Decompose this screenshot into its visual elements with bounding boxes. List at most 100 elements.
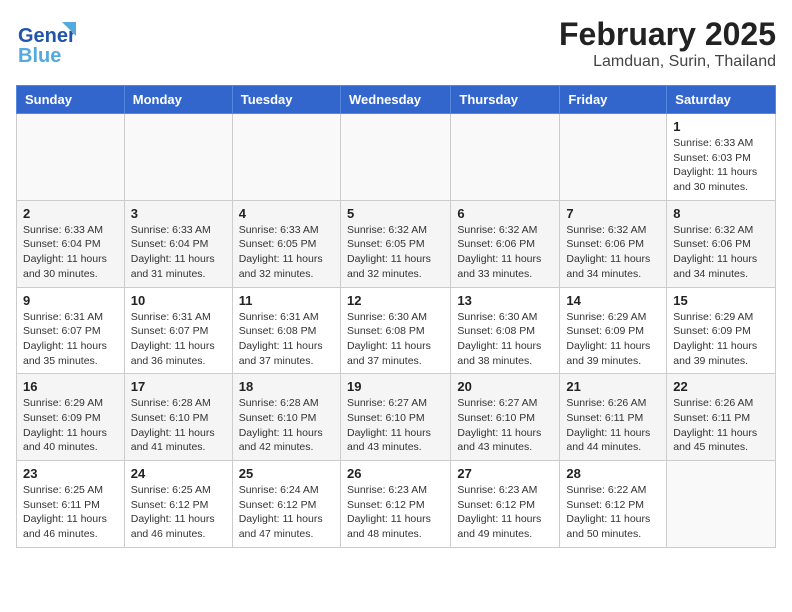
calendar-cell: 11 Sunrise: 6:31 AM Sunset: 6:08 PM Dayli… (232, 287, 340, 374)
calendar-cell: 28 Sunrise: 6:22 AM Sunset: 6:12 PM Dayli… (560, 461, 667, 548)
calendar-cell (667, 461, 776, 548)
calendar-cell: 22 Sunrise: 6:26 AM Sunset: 6:11 PM Dayli… (667, 374, 776, 461)
day-number: 10 (131, 293, 226, 308)
page-header: General Blue February 2025 Lamduan, Suri… (16, 16, 776, 73)
day-info: Sunrise: 6:33 AM Sunset: 6:04 PM Dayligh… (131, 223, 226, 282)
day-info: Sunrise: 6:28 AM Sunset: 6:10 PM Dayligh… (131, 396, 226, 455)
day-info: Sunrise: 6:24 AM Sunset: 6:12 PM Dayligh… (239, 483, 334, 542)
day-number: 5 (347, 206, 444, 221)
calendar-cell: 25 Sunrise: 6:24 AM Sunset: 6:12 PM Dayli… (232, 461, 340, 548)
calendar-title: February 2025 Lamduan, Surin, Thailand (559, 16, 776, 71)
weekday-header-thursday: Thursday (451, 86, 560, 114)
calendar-cell: 1 Sunrise: 6:33 AM Sunset: 6:03 PM Daylig… (667, 114, 776, 201)
svg-text:Blue: Blue (18, 45, 61, 67)
day-info: Sunrise: 6:32 AM Sunset: 6:05 PM Dayligh… (347, 223, 444, 282)
day-info: Sunrise: 6:27 AM Sunset: 6:10 PM Dayligh… (347, 396, 444, 455)
calendar-week-2: 2 Sunrise: 6:33 AM Sunset: 6:04 PM Daylig… (17, 200, 776, 287)
weekday-header-friday: Friday (560, 86, 667, 114)
calendar-cell: 23Sunrise: 6:25 AM Sunset: 6:11 PM Dayli… (17, 461, 125, 548)
calendar-cell: 27 Sunrise: 6:23 AM Sunset: 6:12 PM Dayli… (451, 461, 560, 548)
day-number: 16 (23, 379, 118, 394)
day-number: 22 (673, 379, 769, 394)
weekday-header-saturday: Saturday (667, 86, 776, 114)
day-number: 6 (457, 206, 553, 221)
day-number: 17 (131, 379, 226, 394)
day-info: Sunrise: 6:29 AM Sunset: 6:09 PM Dayligh… (23, 396, 118, 455)
calendar-cell: 16 Sunrise: 6:29 AM Sunset: 6:09 PM Dayli… (17, 374, 125, 461)
calendar-cell: 13 Sunrise: 6:30 AM Sunset: 6:08 PM Dayli… (451, 287, 560, 374)
day-info: Sunrise: 6:32 AM Sunset: 6:06 PM Dayligh… (457, 223, 553, 282)
day-number: 28 (566, 466, 660, 481)
calendar-week-3: 9 Sunrise: 6:31 AM Sunset: 6:07 PM Daylig… (17, 287, 776, 374)
calendar-cell: 5 Sunrise: 6:32 AM Sunset: 6:05 PM Daylig… (340, 200, 450, 287)
weekday-header-monday: Monday (124, 86, 232, 114)
month-year: February 2025 (559, 16, 776, 53)
calendar-cell: 24 Sunrise: 6:25 AM Sunset: 6:12 PM Dayli… (124, 461, 232, 548)
weekday-header-row: SundayMondayTuesdayWednesdayThursdayFrid… (17, 86, 776, 114)
day-info: Sunrise: 6:29 AM Sunset: 6:09 PM Dayligh… (673, 310, 769, 369)
calendar-cell: 26 Sunrise: 6:23 AM Sunset: 6:12 PM Dayli… (340, 461, 450, 548)
day-info: Sunrise: 6:29 AM Sunset: 6:09 PM Dayligh… (566, 310, 660, 369)
weekday-header-wednesday: Wednesday (340, 86, 450, 114)
day-number: 15 (673, 293, 769, 308)
calendar-cell: 6 Sunrise: 6:32 AM Sunset: 6:06 PM Daylig… (451, 200, 560, 287)
logo: General Blue (16, 16, 76, 73)
day-number: 25 (239, 466, 334, 481)
calendar-cell (560, 114, 667, 201)
calendar-cell (17, 114, 125, 201)
calendar-cell: 4Sunrise: 6:33 AM Sunset: 6:05 PM Daylig… (232, 200, 340, 287)
day-info: Sunrise: 6:22 AM Sunset: 6:12 PM Dayligh… (566, 483, 660, 542)
day-info: Sunrise: 6:33 AM Sunset: 6:04 PM Dayligh… (23, 223, 118, 282)
day-number: 2 (23, 206, 118, 221)
day-info: Sunrise: 6:30 AM Sunset: 6:08 PM Dayligh… (457, 310, 553, 369)
day-info: Sunrise: 6:32 AM Sunset: 6:06 PM Dayligh… (673, 223, 769, 282)
location: Lamduan, Surin, Thailand (559, 53, 776, 71)
day-number: 13 (457, 293, 553, 308)
day-number: 24 (131, 466, 226, 481)
calendar-cell (232, 114, 340, 201)
day-info: Sunrise: 6:27 AM Sunset: 6:10 PM Dayligh… (457, 396, 553, 455)
day-info: Sunrise: 6:33 AM Sunset: 6:05 PM Dayligh… (239, 223, 334, 282)
day-number: 14 (566, 293, 660, 308)
day-info: Sunrise: 6:23 AM Sunset: 6:12 PM Dayligh… (457, 483, 553, 542)
day-info: Sunrise: 6:23 AM Sunset: 6:12 PM Dayligh… (347, 483, 444, 542)
calendar-cell (124, 114, 232, 201)
day-number: 7 (566, 206, 660, 221)
day-number: 12 (347, 293, 444, 308)
calendar-cell: 10 Sunrise: 6:31 AM Sunset: 6:07 PM Dayli… (124, 287, 232, 374)
calendar-week-5: 23Sunrise: 6:25 AM Sunset: 6:11 PM Dayli… (17, 461, 776, 548)
day-number: 9 (23, 293, 118, 308)
calendar-week-4: 16 Sunrise: 6:29 AM Sunset: 6:09 PM Dayli… (17, 374, 776, 461)
calendar-cell: 14 Sunrise: 6:29 AM Sunset: 6:09 PM Dayli… (560, 287, 667, 374)
day-info: Sunrise: 6:30 AM Sunset: 6:08 PM Dayligh… (347, 310, 444, 369)
day-number: 26 (347, 466, 444, 481)
day-number: 1 (673, 119, 769, 134)
day-info: Sunrise: 6:26 AM Sunset: 6:11 PM Dayligh… (673, 396, 769, 455)
day-info: Sunrise: 6:33 AM Sunset: 6:03 PM Dayligh… (673, 136, 769, 195)
day-number: 8 (673, 206, 769, 221)
day-number: 27 (457, 466, 553, 481)
calendar-cell (340, 114, 450, 201)
calendar-cell: 7 Sunrise: 6:32 AM Sunset: 6:06 PM Daylig… (560, 200, 667, 287)
calendar-cell: 12 Sunrise: 6:30 AM Sunset: 6:08 PM Dayli… (340, 287, 450, 374)
calendar-cell: 9 Sunrise: 6:31 AM Sunset: 6:07 PM Daylig… (17, 287, 125, 374)
calendar-cell: 20 Sunrise: 6:27 AM Sunset: 6:10 PM Dayli… (451, 374, 560, 461)
day-info: Sunrise: 6:31 AM Sunset: 6:07 PM Dayligh… (131, 310, 226, 369)
day-number: 19 (347, 379, 444, 394)
day-info: Sunrise: 6:31 AM Sunset: 6:08 PM Dayligh… (239, 310, 334, 369)
calendar-cell: 18Sunrise: 6:28 AM Sunset: 6:10 PM Dayli… (232, 374, 340, 461)
calendar-cell: 19 Sunrise: 6:27 AM Sunset: 6:10 PM Dayli… (340, 374, 450, 461)
day-number: 20 (457, 379, 553, 394)
weekday-header-sunday: Sunday (17, 86, 125, 114)
calendar-week-1: 1 Sunrise: 6:33 AM Sunset: 6:03 PM Daylig… (17, 114, 776, 201)
day-info: Sunrise: 6:32 AM Sunset: 6:06 PM Dayligh… (566, 223, 660, 282)
day-info: Sunrise: 6:31 AM Sunset: 6:07 PM Dayligh… (23, 310, 118, 369)
day-number: 11 (239, 293, 334, 308)
calendar-cell: 2 Sunrise: 6:33 AM Sunset: 6:04 PM Daylig… (17, 200, 125, 287)
calendar-table: SundayMondayTuesdayWednesdayThursdayFrid… (16, 85, 776, 548)
calendar-cell: 8 Sunrise: 6:32 AM Sunset: 6:06 PM Daylig… (667, 200, 776, 287)
calendar-cell (451, 114, 560, 201)
calendar-cell: 15 Sunrise: 6:29 AM Sunset: 6:09 PM Dayli… (667, 287, 776, 374)
day-info: Sunrise: 6:25 AM Sunset: 6:12 PM Dayligh… (131, 483, 226, 542)
logo-icon: General Blue (16, 16, 76, 68)
